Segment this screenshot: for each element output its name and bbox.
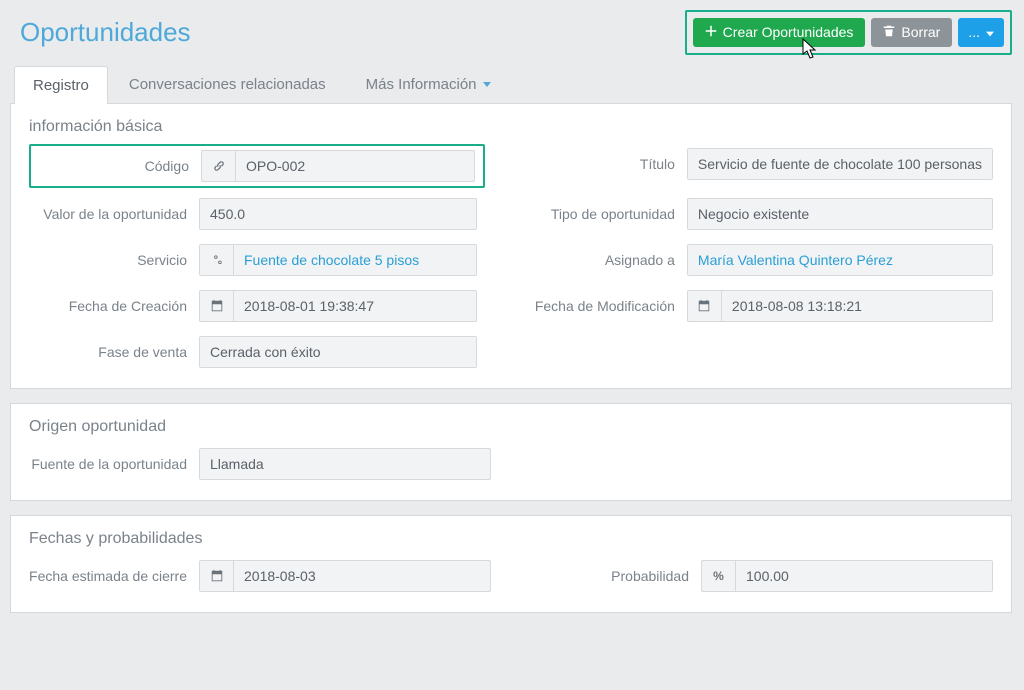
tab-register[interactable]: Registro [14,66,108,104]
value-amount[interactable]: 450.0 [199,198,477,230]
field-service: Servicio Fuente de chocolate 5 pisos [29,244,477,276]
field-modified: Fecha de Modificación 2018-08-08 13:18:2… [517,290,993,322]
plus-icon [705,24,717,41]
field-assigned: Asignado a María Valentina Quintero Pére… [517,244,993,276]
field-created: Fecha de Creación 2018-08-01 19:38:47 [29,290,477,322]
label-phase: Fase de venta [29,336,199,360]
label-service: Servicio [29,244,199,268]
more-actions-button[interactable]: ... [958,18,1004,47]
calendar-icon [199,290,233,322]
panel-dates: Fechas y probabilidades Fecha estimada d… [10,515,1012,613]
delete-label: Borrar [901,24,940,41]
tab-more-info[interactable]: Más Información [347,65,510,103]
label-title: Título [517,148,687,172]
label-probability: Probabilidad [531,560,701,584]
label-assigned: Asignado a [517,244,687,268]
value-probability[interactable]: 100.00 [735,560,993,592]
gears-icon [199,244,233,276]
link-icon [201,150,235,182]
field-value: Valor de la oportunidad 450.0 [29,198,477,230]
field-code: Código OPO-002 [29,148,477,184]
label-value: Valor de la oportunidad [29,198,199,222]
field-probability: Probabilidad % 100.00 [531,560,993,592]
section-title-basic: información básica [29,118,993,136]
value-title[interactable]: Servicio de fuente de chocolate 100 pers… [687,148,993,180]
tab-related-conversations[interactable]: Conversaciones relacionadas [110,65,345,103]
value-source[interactable]: Llamada [199,448,491,480]
section-title-dates: Fechas y probabilidades [29,530,993,548]
label-type: Tipo de oportunidad [517,198,687,222]
panel-origin: Origen oportunidad Fuente de la oportuni… [10,403,1012,501]
value-service[interactable]: Fuente de chocolate 5 pisos [233,244,477,276]
caret-down-icon [986,24,994,41]
value-code[interactable]: OPO-002 [235,150,475,182]
label-source: Fuente de la oportunidad [29,448,199,472]
value-assigned[interactable]: María Valentina Quintero Pérez [687,244,993,276]
field-source: Fuente de la oportunidad Llamada [29,448,491,480]
value-close-date[interactable]: 2018-08-03 [233,560,491,592]
label-code: Código [31,150,201,182]
caret-down-icon [483,82,491,87]
delete-button[interactable]: Borrar [871,18,952,47]
tab-more-info-label: Más Información [366,76,477,93]
header-actions: Crear Oportunidades Borrar ... [685,10,1012,55]
more-label: ... [968,24,980,41]
page-title: Oportunidades [20,17,685,48]
value-created[interactable]: 2018-08-01 19:38:47 [233,290,477,322]
tab-bar: Registro Conversaciones relacionadas Más… [10,65,1012,104]
trash-icon [883,24,895,41]
label-modified: Fecha de Modificación [517,290,687,314]
percent-icon: % [701,560,735,592]
section-title-origin: Origen oportunidad [29,418,993,436]
field-close-date: Fecha estimada de cierre 2018-08-03 [29,560,491,592]
page-header: Oportunidades Crear Oportunidades Borrar… [0,0,1012,65]
field-type: Tipo de oportunidad Negocio existente [517,198,993,230]
value-type[interactable]: Negocio existente [687,198,993,230]
label-created: Fecha de Creación [29,290,199,314]
create-label: Crear Oportunidades [723,24,854,41]
field-phase: Fase de venta Cerrada con éxito [29,336,477,368]
field-title: Título Servicio de fuente de chocolate 1… [517,148,993,184]
label-close-date: Fecha estimada de cierre [29,560,199,584]
create-opportunity-button[interactable]: Crear Oportunidades [693,18,866,47]
value-modified[interactable]: 2018-08-08 13:18:21 [721,290,993,322]
calendar-icon [199,560,233,592]
calendar-icon [687,290,721,322]
panel-basic-info: información básica Código OPO-002 Título [10,104,1012,389]
value-phase[interactable]: Cerrada con éxito [199,336,477,368]
